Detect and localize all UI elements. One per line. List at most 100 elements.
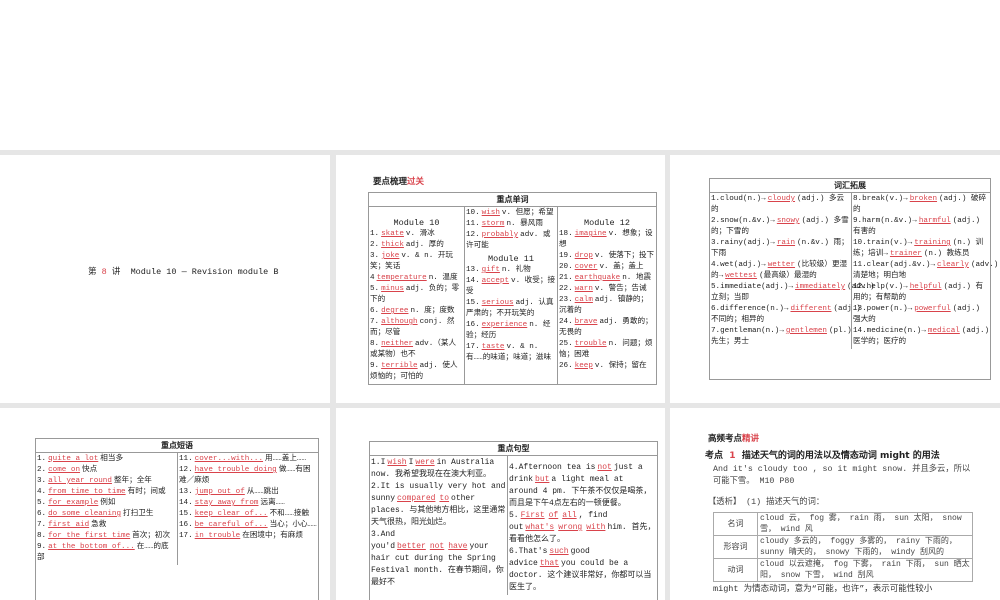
answer-blank: keep clear of...	[194, 510, 268, 518]
answer-blank: with	[586, 523, 606, 532]
answer-blank: be careful of...	[194, 521, 268, 529]
list-item: 13.power(n.)→ powerful (adj.) 强大的	[853, 304, 989, 326]
item-text: 12.	[179, 466, 193, 474]
table-column: 4.Afternoon tea is not just a drink but a li…	[507, 456, 657, 595]
slide-top-partial[interactable]	[0, 0, 1000, 150]
list-item: 20. cover v. 盖；盖上	[559, 262, 655, 273]
slide-title[interactable]: 第 8 讲 Module 10 — Revision module B	[0, 155, 330, 403]
table-column: 1.I wish Iwere in Australia now. 我希望我现在在澳大利…	[370, 456, 507, 595]
table-row: 动词 cloud 以云遮掩， fog 下雾， rain 下雨， sun 晒太阳， …	[714, 558, 972, 581]
answer-blank: taste	[481, 343, 505, 351]
item-text: 13.	[179, 488, 193, 496]
item-text: 2.	[370, 241, 380, 249]
answer-blank: terrible	[381, 362, 418, 370]
answer-blank: have	[448, 542, 468, 551]
title-mid: 讲	[111, 267, 121, 277]
answer-blank: First	[520, 511, 545, 520]
item-text: v. 使落下；投下	[594, 252, 655, 260]
list-item: 11.clear(adj.&v.)→ clearly (adv.) 清楚地；明白地	[853, 260, 998, 282]
answer-blank: training	[914, 239, 951, 247]
item-text: 22.	[559, 285, 573, 293]
answer-blank: rain	[776, 239, 796, 247]
weather-words-table: 名词 cloud 云， fog 雾， rain 雨， sun 太阳， snow 雪…	[713, 512, 973, 582]
answer-blank: first aid	[48, 521, 90, 529]
analysis-label: 【透析】 (1) 描述天气的词：	[708, 498, 825, 507]
item-text: 9.	[37, 543, 47, 551]
list-item: 24. brave adj. 勇敢的；无畏的	[559, 317, 655, 339]
answer-blank: come on	[48, 466, 81, 474]
list-item: 8. neither adv.（某人或某物）也不	[370, 339, 463, 361]
answer-blank: for example	[48, 499, 99, 507]
list-item: 14.medicine(n.)→ medical (adj.) 医学的；医疗的	[853, 326, 989, 348]
list-item: 1.I wish Iwere in Australia now. 我希望我现在在澳大利…	[371, 457, 506, 481]
list-item: 18. imagine v. 想象；设想	[559, 229, 655, 251]
answer-blank: not	[597, 463, 612, 472]
answer-blank: minus	[381, 285, 404, 293]
table-title: 重点短语	[36, 439, 318, 453]
list-item: 4.wet(adj.)→ wetter (比较级）更湿的→ wettest (最高级）最…	[711, 260, 850, 282]
item-text: 10.train(v.)→	[853, 239, 913, 247]
item-text: 15.	[179, 510, 193, 518]
table-column: 11. cover...with... 用……盖上…… 12. have trouble…	[177, 453, 318, 565]
item-text: 5.	[37, 499, 47, 507]
section-text-red: 精讲	[742, 434, 760, 444]
item-text: 6.That's	[509, 547, 548, 556]
item-text: 25.	[559, 340, 573, 348]
item-text: 相当多	[100, 455, 124, 463]
slide-exam-points[interactable]: 高频考点精讲 考点 1 描述天气的词的用法以及情态动词 might 的用法 An…	[670, 408, 1000, 600]
answer-blank: what's	[525, 523, 555, 532]
item-text: 26.	[559, 362, 573, 370]
item-text: 整年；全年	[113, 477, 152, 485]
section-heading: 高频考点精讲	[708, 432, 759, 444]
list-item: 3. joke v. & n. 开玩笑；笑话	[370, 251, 463, 273]
list-item: 14. stay away from 远离……	[179, 498, 317, 509]
module-heading: Module 11	[488, 254, 534, 264]
item-text: n. 地震	[622, 274, 652, 282]
item-text: 用……盖上……	[265, 455, 307, 463]
item-text: 2.	[37, 466, 47, 474]
item-text: v. 保持；留在	[594, 362, 647, 370]
answer-blank: not	[429, 542, 445, 551]
item-text: 在困境中；有麻烦	[242, 532, 303, 540]
module-heading: Module 10	[393, 218, 440, 228]
slide-key-phrases[interactable]: 重点短语 1. quite a lot 相当多 2. come on 快点 3. all ye…	[0, 408, 330, 600]
answer-blank: for the first time	[48, 532, 131, 540]
item-text: 21.	[559, 274, 573, 282]
answer-blank: wettest	[725, 272, 758, 280]
slide-key-words[interactable]: 要点梳理过关 重点单词 Module 10 1. skate v. 滑冰 2. thick…	[336, 155, 665, 403]
item-text: I	[408, 458, 414, 467]
item-text: 14.medicine(n.)→	[853, 327, 926, 335]
list-item: 14. accept v. 收受；接受	[466, 276, 556, 298]
item-text: 9.harm(n.&v.)→	[853, 217, 917, 225]
slide-key-sentences[interactable]: 重点句型 1.I wish Iwere in Australia now. 我希望我现…	[336, 408, 665, 600]
list-item: 16. experience n. 经验；经历	[466, 320, 556, 342]
answer-blank: temperature	[376, 274, 427, 282]
answer-blank: immediately	[795, 283, 846, 291]
list-item: 25. trouble n. 问题；烦恼；困难	[559, 339, 655, 361]
list-item: 2.snow(n.&v.)→ snowy (adj.) 多雪的；下雪的	[711, 216, 850, 238]
list-item: 1.cloud(n.)→ cloudy (adj.) 多云的	[711, 194, 850, 216]
point-title: 描述天气的词的用法以及情态动词 might 的用法	[741, 451, 940, 461]
section-text-red: 过关	[407, 177, 425, 187]
table-title: 词汇拓展	[710, 179, 990, 193]
answer-blank: in trouble	[194, 532, 241, 540]
answer-blank: wrong	[558, 523, 583, 532]
list-item: 9. at the bottom of... 在……的底部	[37, 542, 176, 564]
item-text: 10.	[466, 209, 480, 217]
item-text: 不和……接触	[269, 510, 310, 518]
slide-vocab-expansion[interactable]: 词汇拓展 1.cloud(n.)→ cloudy (adj.) 多云的 2.snow(…	[670, 155, 1000, 403]
list-item: 3. all year round 整年；全年	[37, 476, 176, 487]
item-text: 14.	[466, 277, 480, 285]
list-item: 5.immediate(adj.)→ immediately (adv.) 立刻；当…	[711, 282, 875, 304]
section-text: 要点梳理	[373, 177, 408, 187]
list-item: 15. serious adj. 认真严肃的；不开玩笑的	[466, 298, 556, 320]
answer-blank: skate	[381, 230, 404, 238]
list-item: 17. in trouble 在困境中；有麻烦	[179, 531, 317, 542]
list-item: 6.difference(n.)→ different (adj.) 不同的；相异的	[711, 304, 861, 326]
item-text: 5.immediate(adj.)→	[711, 283, 794, 291]
item-text: 3.rainy(adj.)→	[711, 239, 775, 247]
item-text: v. 滑冰	[405, 230, 435, 238]
might-explanation: might 为情态动词，意为“可能，也许”，表示可能性较小	[713, 584, 933, 594]
answer-blank: keep	[574, 362, 593, 370]
item-text: (n.) 教练员	[923, 250, 970, 258]
